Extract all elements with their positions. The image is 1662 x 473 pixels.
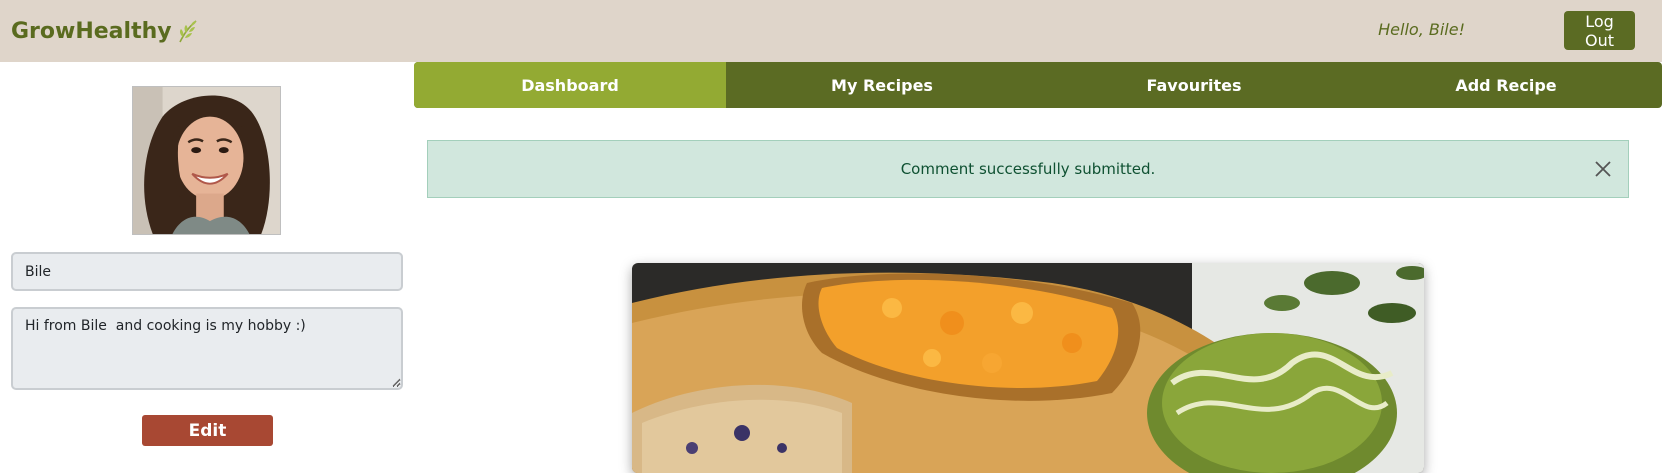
avatar	[132, 86, 281, 235]
tab-my-recipes[interactable]: My Recipes	[726, 62, 1038, 108]
tab-favourites[interactable]: Favourites	[1038, 62, 1350, 108]
top-navbar: GrowHealthy Hello, Bile! Log Out	[0, 0, 1662, 62]
alert-message: Comment successfully submitted.	[900, 160, 1156, 178]
profile-photo	[133, 87, 280, 234]
close-icon[interactable]	[1594, 160, 1612, 178]
brand-name: GrowHealthy	[11, 18, 172, 44]
food-photo	[632, 263, 1424, 473]
profile-bio-field[interactable]: Hi from Bile and cooking is my hobby :)	[11, 307, 403, 390]
success-alert: Comment successfully submitted.	[427, 140, 1629, 198]
profile-name-field[interactable]	[11, 252, 403, 291]
edit-profile-button[interactable]: Edit	[142, 415, 273, 446]
tab-add-recipe[interactable]: Add Recipe	[1350, 62, 1662, 108]
resize-handle-icon[interactable]	[391, 377, 401, 387]
leaf-icon	[178, 20, 197, 43]
recipe-image[interactable]	[632, 263, 1424, 473]
user-greeting: Hello, Bile!	[1378, 20, 1465, 39]
logout-button[interactable]: Log Out	[1564, 11, 1635, 50]
dashboard-nav: Dashboard My Recipes Favourites Add Reci…	[414, 62, 1662, 108]
tab-dashboard[interactable]: Dashboard	[414, 62, 726, 108]
brand-logo[interactable]: GrowHealthy	[11, 16, 200, 46]
